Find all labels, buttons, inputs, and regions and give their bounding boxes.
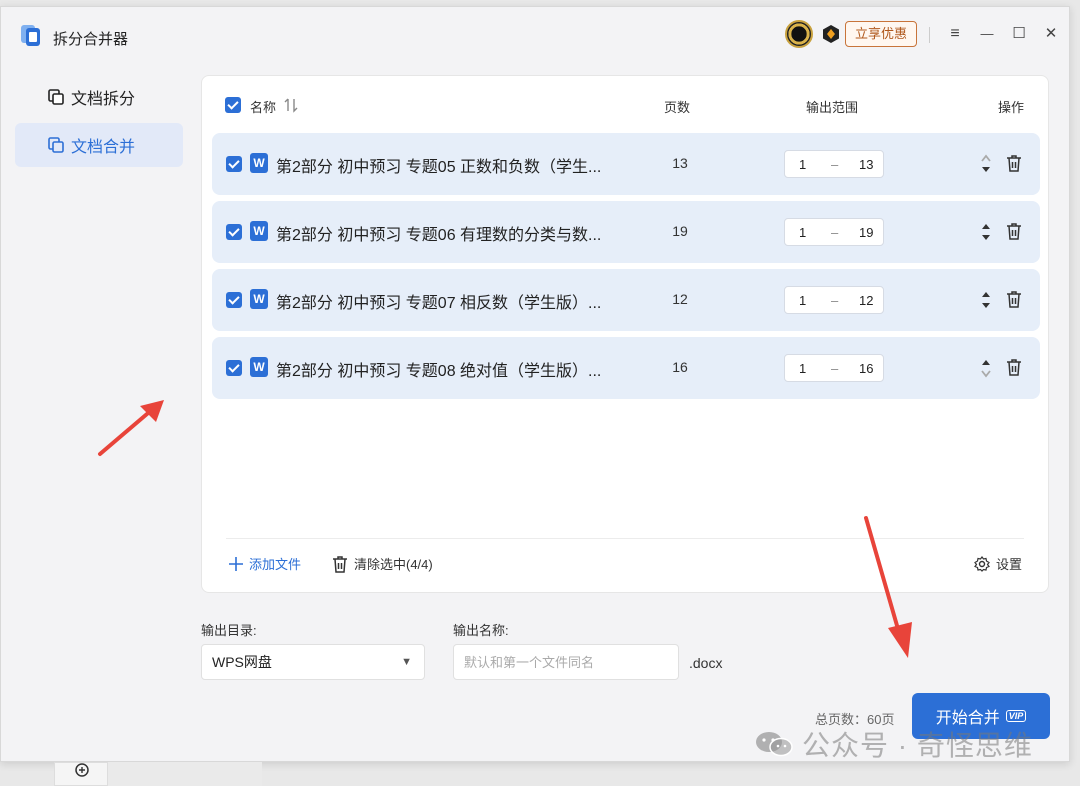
- table-row[interactable]: W 第2部分 初中预习 专题05 正数和负数（学生... 13 1 – 13: [212, 133, 1040, 195]
- table-header: 名称 页数 输出范围 操作: [202, 76, 1048, 134]
- table-row[interactable]: W 第2部分 初中预习 专题07 相反数（学生版）... 12 1 – 12: [212, 269, 1040, 331]
- file-name: 第2部分 初中预习 专题07 相反数（学生版）...: [276, 295, 602, 312]
- reorder-icon[interactable]: [980, 221, 992, 243]
- clear-selected-label: 清除选中(4/4): [354, 557, 433, 572]
- header-range: 输出范围: [806, 100, 859, 115]
- file-name: 第2部分 初中预习 专题06 有理数的分类与数...: [276, 227, 602, 244]
- output-name-label: 输出名称:: [453, 623, 509, 638]
- sort-icon[interactable]: [284, 97, 298, 113]
- header-action: 操作: [998, 100, 1025, 115]
- range-dash: –: [831, 157, 839, 172]
- output-dir-select[interactable]: WPS网盘 ▼: [201, 644, 425, 680]
- range-input[interactable]: 1 – 19: [784, 218, 884, 246]
- annotation-arrow: [864, 516, 912, 658]
- minimize-button[interactable]: —: [977, 24, 997, 44]
- range-to[interactable]: 12: [859, 293, 873, 308]
- range-to[interactable]: 13: [859, 157, 873, 172]
- page-count: 13: [672, 155, 688, 171]
- promo-button[interactable]: 立享优惠: [845, 21, 917, 47]
- reorder-icon[interactable]: [980, 153, 992, 175]
- settings-label: 设置: [996, 557, 1023, 572]
- word-doc-icon: W: [250, 221, 268, 241]
- clear-selected-button[interactable]: 清除选中(4/4): [332, 554, 433, 573]
- close-button[interactable]: ✕: [1041, 24, 1061, 44]
- sidebar-item-label: 文档拆分: [71, 91, 136, 108]
- range-from[interactable]: 1: [799, 225, 806, 240]
- sidebar-item-merge[interactable]: 文档合并: [15, 123, 183, 167]
- trash-icon[interactable]: [1006, 222, 1022, 240]
- annotation-arrow: [98, 400, 164, 456]
- trash-icon[interactable]: [1006, 358, 1022, 376]
- page-count: 19: [672, 223, 688, 239]
- range-dash: –: [831, 293, 839, 308]
- word-doc-icon: W: [250, 357, 268, 377]
- file-name: 第2部分 初中预习 专题05 正数和负数（学生...: [276, 159, 602, 176]
- titlebar-divider: [929, 27, 930, 43]
- select-all-checkbox[interactable]: [225, 97, 241, 113]
- app-logo-icon: [21, 25, 40, 46]
- range-dash: –: [831, 361, 839, 376]
- range-to[interactable]: 19: [859, 225, 873, 240]
- chevron-down-icon: ▼: [401, 656, 412, 668]
- wechat-icon: [756, 732, 793, 757]
- row-checkbox[interactable]: [226, 224, 242, 240]
- watermark-text: 公众号 · 奇怪思维: [802, 730, 1033, 761]
- word-doc-icon: W: [250, 153, 268, 173]
- merge-doc-icon: [48, 137, 64, 153]
- page-count: 12: [672, 291, 688, 307]
- vip-tag: VIP: [1005, 710, 1027, 722]
- trash-icon[interactable]: [1006, 290, 1022, 308]
- sidebar-item-split[interactable]: 文档拆分: [15, 75, 183, 119]
- header-name: 名称: [250, 100, 277, 115]
- add-file-button[interactable]: 添加文件: [228, 554, 301, 573]
- reorder-icon[interactable]: [980, 357, 992, 379]
- range-dash: –: [831, 225, 839, 240]
- watermark: 公众号 · 奇怪思维: [754, 724, 1033, 764]
- taskbar-strip: [108, 762, 262, 786]
- plus-icon: [229, 556, 243, 571]
- add-file-label: 添加文件: [249, 557, 302, 572]
- row-checkbox[interactable]: [226, 156, 242, 172]
- range-input[interactable]: 1 – 12: [784, 286, 884, 314]
- range-input[interactable]: 1 – 16: [784, 354, 884, 382]
- file-extension: .docx: [689, 655, 723, 671]
- output-dir-value: WPS网盘: [212, 654, 272, 670]
- file-list-panel: 名称 页数 输出范围 操作 W 第2部分 初中预习 专题05 正数和负数（学生.…: [201, 75, 1049, 593]
- range-from[interactable]: 1: [799, 361, 806, 376]
- title-bar: 拆分合并器 立享优惠 ≡ — ☐ ✕: [1, 7, 1069, 65]
- menu-icon[interactable]: ≡: [945, 24, 965, 44]
- table-row[interactable]: W 第2部分 初中预习 专题08 绝对值（学生版）... 16 1 – 16: [212, 337, 1040, 399]
- sidebar-item-label: 文档合并: [71, 139, 136, 156]
- range-to[interactable]: 16: [859, 361, 873, 376]
- settings-button[interactable]: 设置: [974, 554, 1022, 573]
- header-pages: 页数: [664, 100, 691, 115]
- reorder-icon[interactable]: [980, 289, 992, 311]
- app-title: 拆分合并器: [53, 31, 129, 48]
- range-from[interactable]: 1: [799, 293, 806, 308]
- table-row[interactable]: W 第2部分 初中预习 专题06 有理数的分类与数... 19 1 – 19: [212, 201, 1040, 263]
- trash-icon: [333, 555, 347, 573]
- output-name-input[interactable]: [453, 644, 679, 680]
- avatar[interactable]: [785, 20, 813, 48]
- split-doc-icon: [48, 89, 64, 105]
- row-checkbox[interactable]: [226, 292, 242, 308]
- page-count: 16: [672, 359, 688, 375]
- output-dir-label: 输出目录:: [201, 623, 257, 638]
- trash-icon[interactable]: [1006, 154, 1022, 172]
- bulb-icon[interactable]: [72, 762, 92, 780]
- gear-icon: [974, 555, 990, 572]
- range-input[interactable]: 1 – 13: [784, 150, 884, 178]
- row-checkbox[interactable]: [226, 360, 242, 376]
- vip-badge-icon: [823, 25, 839, 43]
- word-doc-icon: W: [250, 289, 268, 309]
- range-from[interactable]: 1: [799, 157, 806, 172]
- file-name: 第2部分 初中预习 专题08 绝对值（学生版）...: [276, 363, 602, 380]
- maximize-button[interactable]: ☐: [1009, 24, 1029, 44]
